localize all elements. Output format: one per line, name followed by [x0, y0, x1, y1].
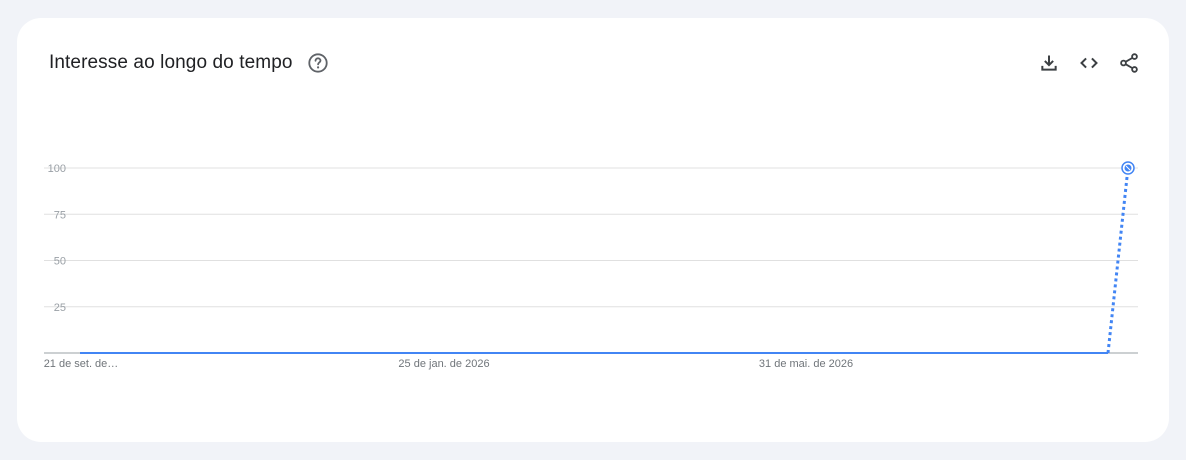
x-tick-label: 31 de mai. de 2026	[759, 358, 853, 370]
y-tick-label: 100	[48, 163, 66, 175]
series	[80, 161, 1135, 354]
y-axis-labels: 25 50 75 100	[48, 163, 66, 314]
x-tick-label: 25 de jan. de 2026	[398, 358, 489, 370]
x-axis-labels: 21 de set. de… 25 de jan. de 2026 31 de ma…	[44, 358, 853, 370]
y-tick-label: 75	[54, 209, 66, 221]
y-tick-label: 50	[54, 256, 66, 268]
x-tick-label: 21 de set. de…	[44, 358, 119, 370]
line-chart: 25 50 75 100 21 de set. de… 25 de jan. de 20…	[44, 161, 1138, 370]
grid	[44, 167, 1138, 354]
y-tick-label: 25	[54, 302, 66, 314]
